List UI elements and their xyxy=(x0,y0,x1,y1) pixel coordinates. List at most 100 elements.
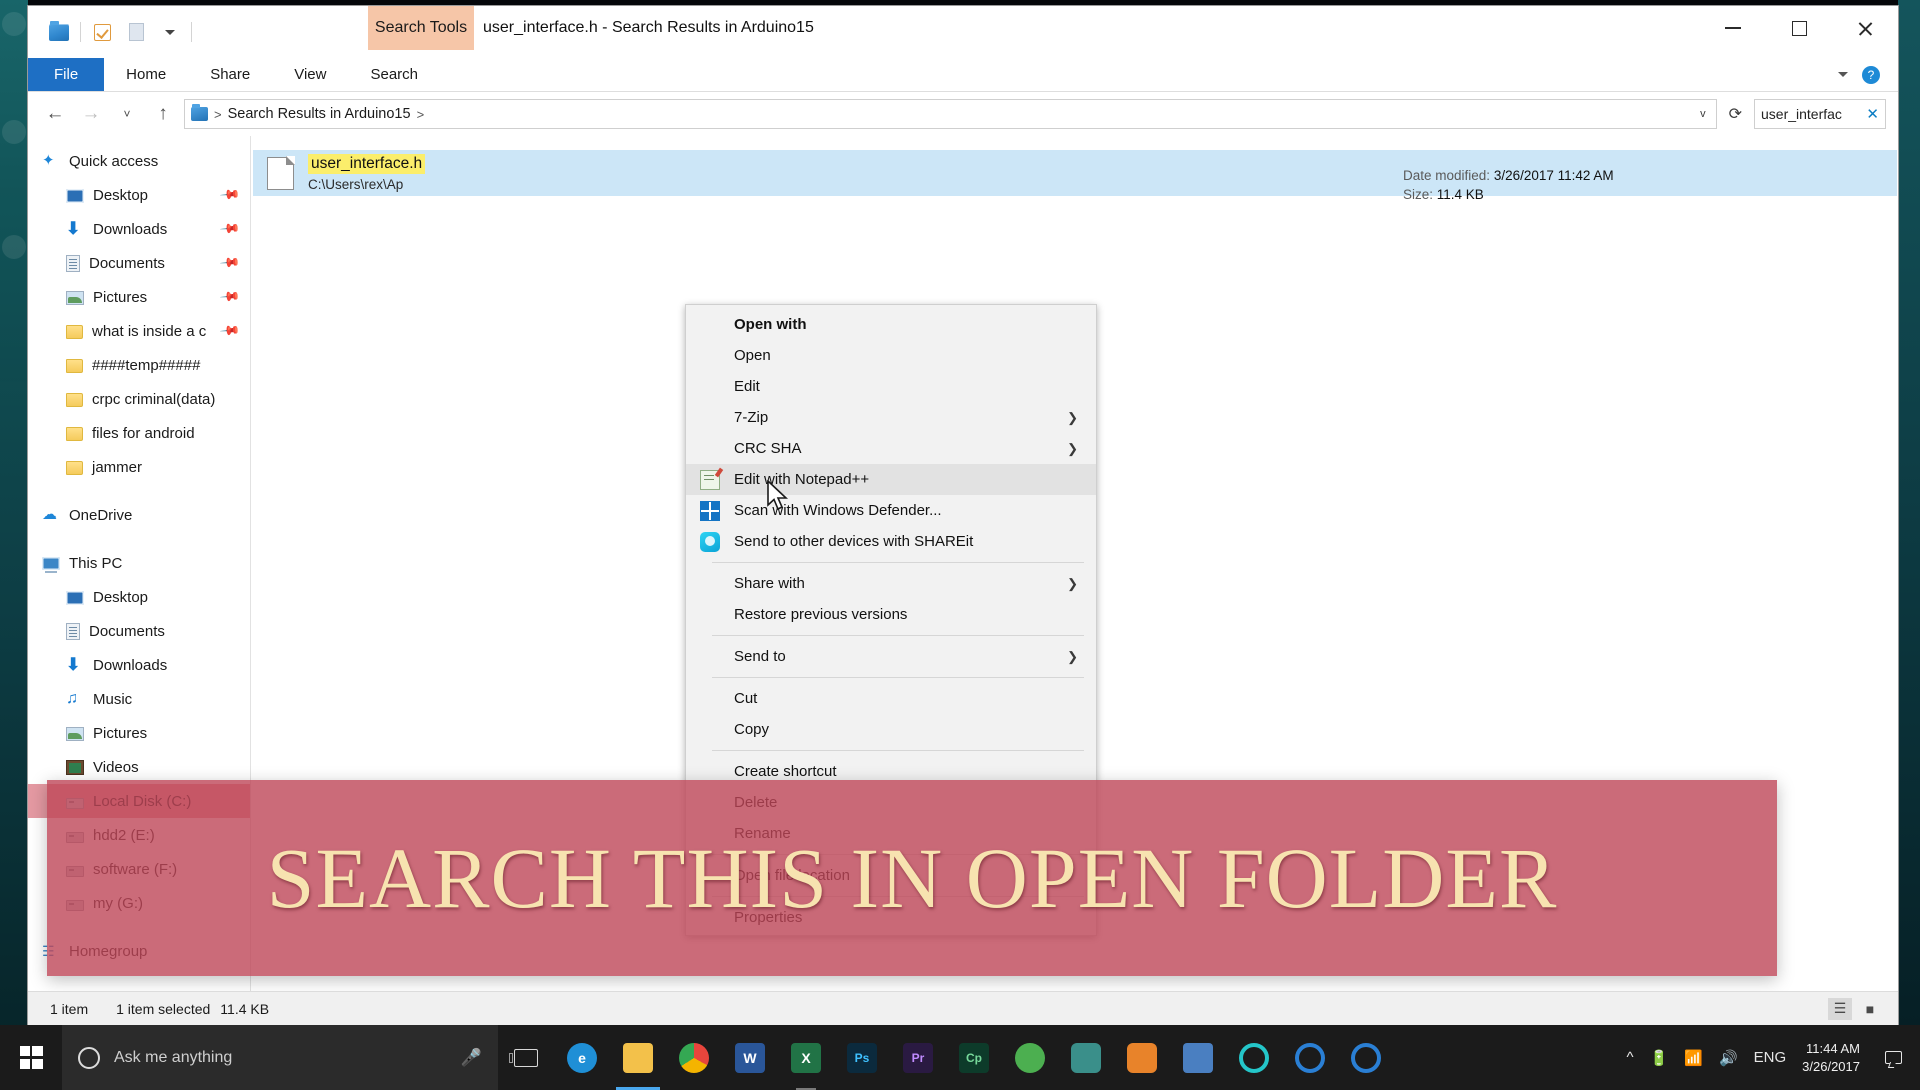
menu-item-share-with[interactable]: Share with ❯ xyxy=(686,568,1096,599)
volume-icon[interactable]: 🔊 xyxy=(1719,1049,1738,1067)
close-button[interactable] xyxy=(1832,6,1898,50)
taskbar-app-chrome-icon[interactable] xyxy=(666,1025,722,1090)
start-button[interactable] xyxy=(0,1025,62,1090)
taskbar-app-blue-ring2-icon[interactable] xyxy=(1338,1025,1394,1090)
help-icon[interactable]: ? xyxy=(1862,66,1880,84)
sidebar-item-pc-pictures[interactable]: Pictures xyxy=(28,716,250,750)
sidebar-item-pc-documents[interactable]: Documents xyxy=(28,614,250,648)
menu-item-edit-with-notepadpp[interactable]: Edit with Notepad++ xyxy=(686,464,1096,495)
sidebar-item-onedrive[interactable]: ☁ OneDrive xyxy=(28,498,250,532)
pin-icon[interactable]: 📌 xyxy=(219,286,242,309)
sidebar-item-pc-desktop[interactable]: Desktop xyxy=(28,580,250,614)
address-dropdown-icon[interactable]: v xyxy=(1696,108,1710,120)
menu-separator xyxy=(712,562,1084,563)
properties-icon[interactable] xyxy=(85,15,119,49)
cortana-search-box[interactable]: Ask me anything 🎤 xyxy=(62,1025,498,1090)
menu-item-scan-with-windows-defender[interactable]: Scan with Windows Defender... xyxy=(686,495,1096,526)
customize-icon[interactable] xyxy=(153,15,187,49)
taskbar-app-excel-icon[interactable]: X xyxy=(778,1025,834,1090)
task-view-button[interactable] xyxy=(498,1025,554,1090)
maximize-button[interactable] xyxy=(1766,6,1832,50)
sidebar-item-jammer[interactable]: jammer xyxy=(28,450,250,484)
action-center-button[interactable] xyxy=(1876,1025,1910,1090)
notepadpp-icon xyxy=(700,470,720,490)
clock[interactable]: 11:44 AM 3/26/2017 xyxy=(1802,1040,1860,1075)
sidebar-item-this-pc[interactable]: This PC xyxy=(28,546,250,580)
taskbar-app-edge-icon[interactable]: e xyxy=(554,1025,610,1090)
menu-item-copy[interactable]: Copy xyxy=(686,714,1096,745)
forward-button[interactable]: → xyxy=(76,99,106,129)
breadcrumb-separator-trailing[interactable]: > xyxy=(417,107,425,122)
taskbar-app-premiere-icon[interactable]: Pr xyxy=(890,1025,946,1090)
taskbar-app-teal-icon[interactable] xyxy=(1058,1025,1114,1090)
tab-home[interactable]: Home xyxy=(104,58,188,91)
details-view-button[interactable]: ☰ xyxy=(1828,998,1852,1020)
up-button[interactable]: ↑ xyxy=(148,99,178,129)
sidebar-item-files-for-android[interactable]: files for android xyxy=(28,416,250,450)
menu-item-open[interactable]: Open xyxy=(686,340,1096,371)
file-name[interactable]: user_interface.h xyxy=(308,154,425,174)
search-result-row[interactable]: user_interface.h C:\Users\rex\Ap Date mo… xyxy=(253,150,1897,196)
taskbar-app-file-explorer-icon[interactable] xyxy=(610,1025,666,1090)
tab-share[interactable]: Share xyxy=(188,58,272,91)
sidebar-item-pc-videos[interactable]: Videos xyxy=(28,750,250,784)
picture-icon xyxy=(66,727,84,741)
menu-item-crc-sha[interactable]: CRC SHA ❯ xyxy=(686,433,1096,464)
pin-icon[interactable]: 📌 xyxy=(219,218,242,241)
document-icon xyxy=(66,255,80,272)
sidebar-item-temp[interactable]: ####temp##### xyxy=(28,348,250,382)
refresh-icon[interactable]: ⟳ xyxy=(1723,104,1748,124)
sidebar-item-pc-downloads[interactable]: ⬇ Downloads xyxy=(28,648,250,682)
menu-item-open-with[interactable]: Open with xyxy=(686,309,1096,340)
taskbar-app-blue-ring-icon[interactable] xyxy=(1282,1025,1338,1090)
show-hidden-icons-icon[interactable]: ^ xyxy=(1627,1049,1634,1066)
menu-item-label: Create shortcut xyxy=(712,763,837,780)
pin-icon[interactable]: 📌 xyxy=(219,320,242,343)
recent-locations-button[interactable]: ˅ xyxy=(112,99,142,129)
breadcrumb-current[interactable]: Search Results in Arduino15 xyxy=(228,106,411,122)
search-input[interactable]: user_interfac ✕ xyxy=(1754,99,1886,129)
minimize-button[interactable] xyxy=(1700,6,1766,50)
tab-search[interactable]: Search xyxy=(348,58,440,91)
menu-item-edit[interactable]: Edit xyxy=(686,371,1096,402)
sidebar-item-what-is-inside-a-c[interactable]: what is inside a c 📌 xyxy=(28,314,250,348)
taskbar-app-orange-icon[interactable] xyxy=(1114,1025,1170,1090)
taskbar-app-cyan-ring-icon[interactable] xyxy=(1226,1025,1282,1090)
address-bar[interactable]: > Search Results in Arduino15 > v xyxy=(184,99,1717,129)
tab-view[interactable]: View xyxy=(272,58,348,91)
microphone-icon[interactable]: 🎤 xyxy=(461,1048,482,1068)
language-indicator[interactable]: ENG xyxy=(1754,1049,1787,1066)
folder-icon[interactable] xyxy=(42,15,76,49)
sidebar-item-crpc-criminal-data[interactable]: crpc criminal(data) xyxy=(28,382,250,416)
back-button[interactable]: ← xyxy=(40,99,70,129)
contextual-tab-search-tools[interactable]: Search Tools xyxy=(368,6,474,50)
pin-icon[interactable]: 📌 xyxy=(219,184,242,207)
network-icon[interactable]: 📶 xyxy=(1684,1049,1703,1067)
chevron-down-icon[interactable] xyxy=(1838,72,1848,77)
clear-search-icon[interactable]: ✕ xyxy=(1866,105,1879,123)
taskbar-app-photoshop-icon[interactable]: Ps xyxy=(834,1025,890,1090)
taskbar-app-captivate-icon[interactable]: Cp xyxy=(946,1025,1002,1090)
large-icons-view-button[interactable]: ■ xyxy=(1858,998,1882,1020)
sidebar-item-downloads[interactable]: ⬇ Downloads 📌 xyxy=(28,212,250,246)
taskbar-app-word-icon[interactable]: W xyxy=(722,1025,778,1090)
folder-icon xyxy=(66,325,83,339)
menu-item-cut[interactable]: Cut xyxy=(686,683,1096,714)
breadcrumb-separator: > xyxy=(214,107,222,122)
tab-file[interactable]: File xyxy=(28,58,104,91)
battery-icon[interactable]: 🔋 xyxy=(1650,1049,1669,1067)
taskbar-app-blue-icon[interactable] xyxy=(1170,1025,1226,1090)
taskbar-app-green-icon[interactable] xyxy=(1002,1025,1058,1090)
pin-icon[interactable]: 📌 xyxy=(219,252,242,275)
sidebar-item-label: Desktop xyxy=(93,187,148,204)
menu-item-7zip[interactable]: 7-Zip ❯ xyxy=(686,402,1096,433)
menu-item-send-to[interactable]: Send to ❯ xyxy=(686,641,1096,672)
menu-item-send-to-other-devices-shareit[interactable]: Send to other devices with SHAREit xyxy=(686,526,1096,557)
menu-item-restore-previous-versions[interactable]: Restore previous versions xyxy=(686,599,1096,630)
sidebar-item-documents[interactable]: Documents 📌 xyxy=(28,246,250,280)
sidebar-item-quick-access[interactable]: ✦ Quick access xyxy=(28,144,250,178)
sidebar-item-pictures[interactable]: Pictures 📌 xyxy=(28,280,250,314)
sidebar-item-pc-music[interactable]: ♫ Music xyxy=(28,682,250,716)
sidebar-item-desktop[interactable]: Desktop 📌 xyxy=(28,178,250,212)
new-folder-icon[interactable] xyxy=(119,15,153,49)
